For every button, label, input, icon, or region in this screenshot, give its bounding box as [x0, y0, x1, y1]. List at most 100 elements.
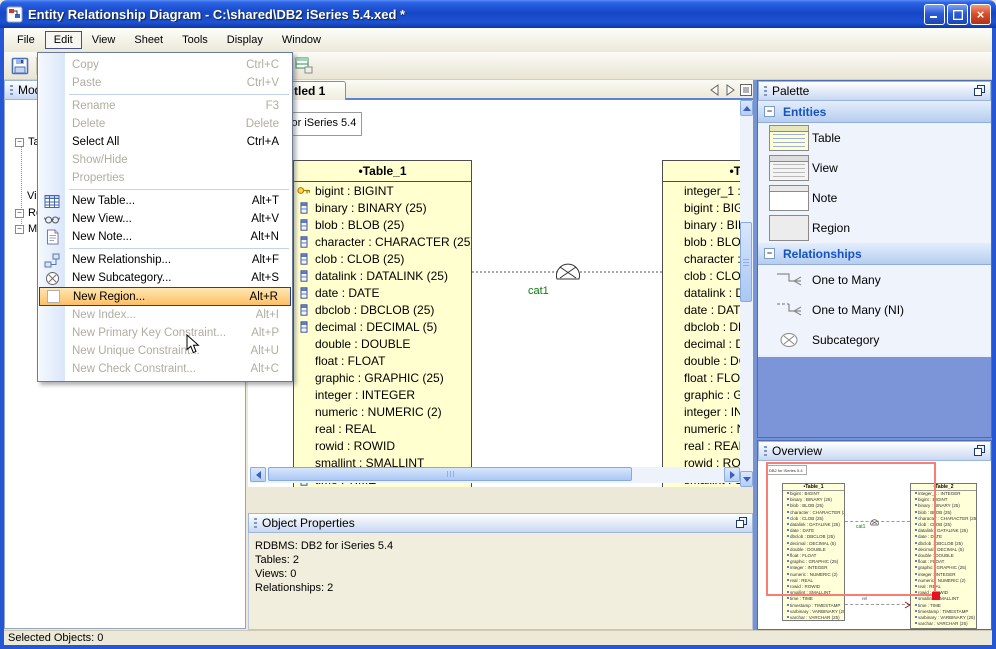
- scroll-up-button[interactable]: [740, 100, 753, 116]
- menu-item-new-region[interactable]: New Region... Alt+R: [39, 287, 291, 306]
- overview-title: Overview: [772, 444, 823, 458]
- tab-scroll-right-icon[interactable]: [723, 83, 737, 97]
- minimize-button[interactable]: [924, 4, 945, 25]
- tab-scroll-left-icon[interactable]: [707, 83, 721, 97]
- table-row[interactable]: graphic : GRAPHIC (25): [294, 369, 471, 386]
- relationships-section-header[interactable]: − Relationships: [758, 243, 991, 265]
- palette-header[interactable]: Palette: [758, 81, 991, 101]
- menubar-item-sheet[interactable]: Sheet: [125, 31, 172, 49]
- horizontal-scrollbar[interactable]: [250, 467, 740, 483]
- palette-item-table[interactable]: Table: [758, 123, 991, 153]
- titlebar[interactable]: Entity Relationship Diagram - C:\shared\…: [0, 0, 996, 28]
- table-row[interactable]: date : DATE: [294, 284, 471, 301]
- collapse-icon[interactable]: −: [764, 248, 775, 259]
- menu-item-new-relationship[interactable]: New Relationship... Alt+F: [39, 251, 291, 269]
- palette-item-region[interactable]: Region: [758, 213, 991, 243]
- table-row[interactable]: blob : BLOB (25): [294, 216, 471, 233]
- status-bar: Selected Objects: 0: [4, 630, 992, 645]
- property-line: Views: 0: [255, 568, 297, 580]
- menu-item-show-hide: Show/Hide: [39, 151, 291, 169]
- tree-expand-icon[interactable]: −: [15, 224, 24, 234]
- panel-grip[interactable]: [10, 84, 13, 96]
- table-row[interactable]: character : CHARACTER (25): [294, 233, 471, 250]
- new-region-toolbar-button[interactable]: [292, 55, 316, 77]
- menu-item-shortcut: Alt+N: [250, 231, 279, 243]
- menu-item-label: Properties: [72, 172, 125, 184]
- menu-separator: [69, 248, 289, 249]
- menubar-item-edit[interactable]: Edit: [44, 31, 82, 49]
- column-text: character : CHARACTER (25): [315, 234, 471, 249]
- table-row[interactable]: rowid : ROWID: [294, 437, 471, 454]
- menu-item-label: New Subcategory...: [72, 272, 172, 284]
- entities-section-header[interactable]: − Entities: [758, 101, 991, 123]
- thumb-lines: [773, 134, 805, 147]
- palette-item-view[interactable]: View: [758, 153, 991, 183]
- menubar-item-view[interactable]: View: [83, 31, 125, 49]
- horizontal-scroll-thumb[interactable]: [268, 467, 632, 481]
- table-row[interactable]: float : FLOAT: [294, 352, 471, 369]
- menubar-item-display[interactable]: Display: [218, 31, 272, 49]
- overview-viewport-rect[interactable]: [766, 462, 936, 596]
- table-row[interactable]: bigint : BIGINT: [294, 182, 471, 199]
- menu-item-new-table[interactable]: New Table... Alt+T: [39, 192, 291, 210]
- mini-table-row: timestamp : TIMESTAMP: [783, 603, 844, 609]
- column-text: integer : INTEGER: [315, 387, 416, 402]
- panel-grip[interactable]: [764, 445, 767, 457]
- subcategory-glyph-icon[interactable]: [555, 260, 581, 285]
- palette-item-subcategory[interactable]: Subcategory: [758, 325, 991, 355]
- table-row[interactable]: clob : CLOB (25): [294, 250, 471, 267]
- tab-list-icon[interactable]: [739, 83, 753, 97]
- table-row[interactable]: double : DOUBLE: [294, 335, 471, 352]
- column-text: date : DATE: [684, 302, 749, 317]
- float-panel-icon[interactable]: [974, 85, 986, 97]
- scroll-right-button[interactable]: [724, 467, 740, 482]
- float-panel-icon[interactable]: [736, 517, 748, 529]
- overview-minimap[interactable]: DB2 for iSeries 5.4 cat1 rel •Table_1 bi…: [758, 461, 991, 629]
- object-properties-header[interactable]: Object Properties: [248, 513, 753, 533]
- panel-grip[interactable]: [254, 517, 257, 529]
- table-row[interactable]: datalink : DATALINK (25): [294, 267, 471, 284]
- palette-item-one-to-many-ni[interactable]: One to Many (NI): [758, 295, 991, 325]
- menubar-item-file[interactable]: File: [8, 31, 44, 49]
- vertical-scrollbar[interactable]: [740, 100, 753, 487]
- menubar: File Edit View Sheet Tools Display Window: [4, 28, 992, 52]
- menu-item-new-view[interactable]: New View... Alt+V: [39, 210, 291, 228]
- entity-table-1[interactable]: •Table_1 bigint : BIGINT binary : BINARY …: [293, 160, 472, 487]
- menu-item-new-note[interactable]: New Note... Alt+N: [39, 228, 291, 246]
- vertical-scroll-thumb[interactable]: [740, 222, 752, 302]
- menu-item-shortcut: Alt+I: [255, 309, 279, 321]
- palette-panel: Palette − Entities Table View Note Region −…: [757, 80, 992, 438]
- overview-header[interactable]: Overview: [758, 441, 991, 461]
- overview-viewport-handle[interactable]: [932, 592, 940, 600]
- palette-item-note[interactable]: Note: [758, 183, 991, 213]
- table-1-title[interactable]: •Table_1: [294, 161, 471, 182]
- panel-grip[interactable]: [764, 85, 767, 97]
- tree-expand-icon[interactable]: −: [15, 137, 24, 147]
- palette-item-one-to-many[interactable]: One to Many: [758, 265, 991, 295]
- menu-item-new-subcategory[interactable]: New Subcategory... Alt+S: [39, 269, 291, 287]
- diagram-canvas[interactable]: DB2 for iSeries 5.4 cat1 •Table_1 bigint…: [248, 100, 753, 487]
- table-row[interactable]: integer : INTEGER: [294, 386, 471, 403]
- status-text: Selected Objects: 0: [8, 632, 104, 644]
- close-button[interactable]: ×: [970, 4, 991, 25]
- table-row[interactable]: real : REAL: [294, 420, 471, 437]
- table-row[interactable]: decimal : DECIMAL (5): [294, 318, 471, 335]
- collapse-icon[interactable]: −: [764, 106, 775, 117]
- tree-expand-icon[interactable]: −: [15, 208, 24, 218]
- scroll-left-button[interactable]: [250, 467, 266, 482]
- table-row[interactable]: binary : BINARY (25): [294, 199, 471, 216]
- maximize-button[interactable]: [947, 4, 968, 25]
- menu-item-label: New Table...: [72, 195, 136, 207]
- menubar-item-tools[interactable]: Tools: [173, 31, 217, 49]
- menu-item-select-all[interactable]: Select All Ctrl+A: [39, 133, 291, 151]
- subcategory-label[interactable]: cat1: [528, 285, 549, 297]
- menu-item-label: New Region...: [73, 290, 146, 303]
- save-button[interactable]: [8, 55, 32, 77]
- region-thumbnail: [769, 215, 809, 241]
- table-row[interactable]: dbclob : DBCLOB (25): [294, 301, 471, 318]
- table-row[interactable]: numeric : NUMERIC (2): [294, 403, 471, 420]
- relationships-section-title: Relationships: [783, 246, 862, 261]
- menubar-item-window[interactable]: Window: [273, 31, 330, 49]
- float-panel-icon[interactable]: [974, 445, 986, 457]
- scroll-down-button[interactable]: [740, 471, 753, 487]
